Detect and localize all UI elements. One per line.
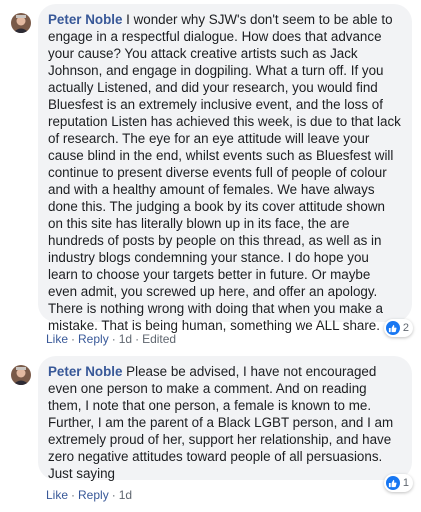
comment-text: Please be advised, I have not encouraged…: [48, 364, 394, 481]
comment-timestamp[interactable]: 1d: [119, 488, 132, 502]
like-button[interactable]: Like: [46, 488, 68, 502]
reply-button[interactable]: Reply: [78, 332, 109, 346]
edited-label[interactable]: Edited: [142, 332, 176, 346]
separator: ·: [71, 488, 76, 502]
comment-author[interactable]: Peter Noble: [48, 364, 122, 379]
like-reaction-icon: [385, 321, 400, 335]
avatar-icon[interactable]: [11, 13, 31, 33]
separator: ·: [71, 332, 76, 346]
like-button[interactable]: Like: [46, 332, 68, 346]
comment-actions: Like · Reply · 1d: [46, 488, 132, 502]
separator: ·: [111, 488, 116, 502]
avatar-icon[interactable]: [11, 365, 31, 385]
reaction-summary[interactable]: 2: [383, 319, 413, 337]
separator: ·: [135, 332, 140, 346]
reaction-summary[interactable]: 1: [383, 474, 413, 492]
reply-button[interactable]: Reply: [78, 488, 109, 502]
comment-timestamp[interactable]: 1d: [119, 332, 132, 346]
comment-bubble: Peter Noble I wonder why SJW's don't see…: [38, 4, 412, 333]
reaction-count: 2: [402, 321, 409, 334]
comment-text: I wonder why SJW's don't seem to be able…: [48, 12, 401, 333]
comment-author[interactable]: Peter Noble: [48, 12, 122, 27]
comment-actions: Like · Reply · 1d · Edited: [46, 332, 176, 346]
separator: ·: [111, 332, 116, 346]
comment-bubble: Peter Noble Please be advised, I have no…: [38, 356, 412, 481]
reaction-count: 1: [402, 476, 409, 489]
like-reaction-icon: [385, 476, 400, 490]
